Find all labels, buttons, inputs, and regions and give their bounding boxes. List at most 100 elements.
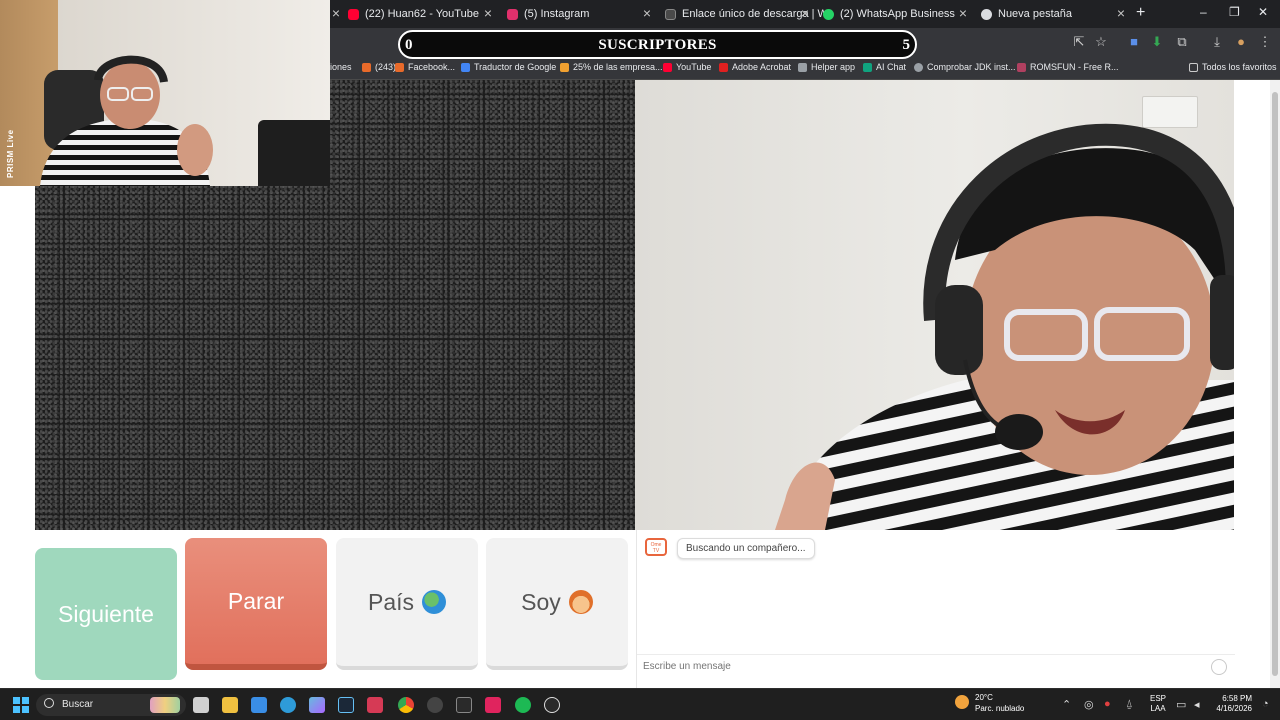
restore-button[interactable]: ❐ — [1229, 5, 1240, 19]
taskbar-search[interactable]: Buscar — [36, 694, 186, 716]
bookmark-favicon-icon — [395, 62, 404, 72]
scrollbar-thumb[interactable] — [1272, 92, 1278, 676]
obs-icon[interactable] — [427, 697, 443, 713]
bookmark-star-icon[interactable]: ☆ — [1094, 35, 1108, 49]
download-extension-icon[interactable]: ⬇ — [1150, 35, 1164, 49]
bookmark-label: Comprobar JDK inst... — [927, 62, 1016, 72]
weather-desc: Parc. nublado — [975, 704, 1025, 713]
tab-instagram[interactable]: (5) Instagram × — [507, 2, 657, 26]
tab-whatsapp[interactable]: (2) WhatsApp Business × — [823, 2, 973, 26]
google-translate-icon — [461, 62, 470, 72]
all-bookmarks-folder[interactable]: Todos los favoritos — [1189, 62, 1277, 72]
close-icon[interactable]: × — [801, 6, 809, 20]
bookmark-favicon-icon — [362, 62, 371, 72]
bookmark-label: ROMSFUN - Free R... — [1030, 62, 1119, 72]
close-window-button[interactable]: ✕ — [1258, 5, 1268, 19]
tab-partial-close[interactable]: × — [330, 2, 340, 26]
tab-title: Enlace único de descarga | We — [682, 8, 834, 20]
tray-app-red-icon[interactable]: ● — [1104, 698, 1111, 710]
profile-avatar-icon[interactable]: ● — [1234, 35, 1248, 49]
emoji-picker-icon[interactable] — [1211, 659, 1227, 675]
media-player-icon[interactable] — [544, 697, 560, 713]
tab-wetransfer[interactable]: Enlace único de descarga | We × — [665, 2, 834, 26]
new-tab-button[interactable]: + — [1136, 4, 1145, 22]
language-indicator[interactable]: ESP LAA — [1150, 694, 1166, 714]
bookmark-item[interactable]: (243) — [362, 62, 396, 72]
whatsapp-icon — [823, 8, 834, 20]
system-clock[interactable]: 6:58 PM 4/16/2026 — [1210, 694, 1252, 714]
globe-icon — [914, 62, 923, 72]
downloads-icon[interactable]: ⤓ — [1210, 35, 1224, 49]
task-view-icon[interactable] — [193, 697, 209, 713]
minimize-button[interactable]: – — [1200, 5, 1207, 19]
bookmark-label: Traductor de Google — [474, 62, 557, 72]
folder-icon — [1189, 62, 1198, 72]
bookmark-item[interactable]: AI Chat — [863, 62, 906, 72]
translate-extension-icon[interactable]: ■ — [1127, 35, 1141, 49]
page-scrollbar[interactable] — [1270, 80, 1280, 688]
streamer-webcam-overlay: PRISM Live — [0, 0, 330, 186]
bookmark-item[interactable]: iones — [330, 62, 352, 72]
country-label: País — [367, 588, 415, 615]
bookmark-item[interactable]: YouTube — [663, 62, 711, 72]
install-app-icon[interactable]: ⇱ — [1072, 35, 1086, 49]
bookmark-item[interactable]: Helper app — [798, 62, 855, 72]
menu-kebab-icon[interactable]: ⋮ — [1258, 35, 1272, 49]
network-icon[interactable]: ▭ — [1176, 698, 1186, 711]
steam-icon[interactable] — [338, 697, 354, 713]
ometv-logo-text: Ome TV — [650, 542, 662, 554]
close-icon[interactable]: × — [484, 6, 492, 20]
close-icon[interactable]: × — [332, 6, 340, 20]
bookmark-item[interactable]: Facebook... — [395, 62, 455, 72]
weather-widget[interactable]: 20°C Parc. nublado — [955, 692, 1024, 714]
bookmark-item[interactable]: Traductor de Google — [461, 62, 556, 72]
chat-panel: Ome TV Buscando un compañero... — [636, 530, 1235, 688]
app-v-icon[interactable] — [367, 697, 383, 713]
instagram-icon — [507, 8, 518, 20]
prism-live-watermark: PRISM Live — [6, 129, 15, 178]
status-message-text: Buscando un compañero... — [686, 543, 806, 554]
bookmark-favicon-icon — [560, 62, 569, 72]
tray-app-icon[interactable]: ◎ — [1084, 698, 1094, 711]
bookmark-label: 25% de las empresa... — [573, 62, 663, 72]
cam-streamer-figure — [40, 55, 213, 186]
soy-label: Soy — [521, 588, 561, 615]
tab-new[interactable]: Nueva pestaña × — [981, 2, 1131, 26]
gender-button[interactable]: Soy — [486, 538, 628, 670]
stop-label: Parar — [227, 587, 285, 614]
spotify-icon[interactable] — [515, 697, 531, 713]
edge-icon[interactable] — [280, 697, 296, 713]
prism-live-icon[interactable] — [485, 697, 501, 713]
tab-title: (5) Instagram — [524, 8, 590, 20]
language-top: ESP — [1150, 694, 1167, 703]
bookmark-item[interactable]: 25% de las empresa... — [560, 62, 663, 72]
chrome-icon[interactable] — [398, 697, 414, 713]
extensions-puzzle-icon[interactable]: ⧉ — [1175, 35, 1189, 49]
globe-icon — [422, 590, 447, 614]
microphone-icon[interactable]: ⍙ — [1126, 698, 1133, 711]
notification-bell-icon[interactable]: ◔ — [1262, 698, 1269, 710]
windows-start-icon[interactable] — [13, 697, 29, 713]
next-button[interactable]: Siguiente — [35, 548, 177, 680]
close-icon[interactable]: × — [959, 6, 967, 20]
country-filter-button[interactable]: País — [336, 538, 478, 670]
copilot-icon[interactable] — [309, 697, 325, 713]
tab-youtube[interactable]: (22) Huan62 - YouTube × — [348, 2, 498, 26]
file-explorer-icon[interactable] — [222, 697, 238, 713]
close-icon[interactable]: × — [643, 6, 651, 20]
bookmark-item[interactable]: Comprobar JDK inst... — [914, 62, 1016, 72]
subscriber-title: SUSCRIPTORES — [598, 37, 717, 53]
volume-icon[interactable]: ◂ — [1194, 698, 1200, 711]
bookmark-item[interactable]: ROMSFUN - Free R... — [1017, 62, 1119, 72]
stop-button[interactable]: Parar — [185, 538, 327, 670]
capture-app-icon[interactable] — [456, 697, 472, 713]
message-input[interactable] — [643, 661, 1183, 672]
windows-taskbar: Buscar 20°C Parc. nublado ⌃ ◎ ● ⍙ ESP LA… — [0, 688, 1280, 720]
bookmark-item[interactable]: Adobe Acrobat — [719, 62, 791, 72]
close-icon[interactable]: × — [1117, 6, 1125, 20]
ometv-logo: Ome TV — [645, 538, 667, 556]
tab-title: Nueva pestaña — [998, 8, 1072, 20]
microsoft-store-icon[interactable] — [251, 697, 267, 713]
tray-chevron-icon[interactable]: ⌃ — [1062, 698, 1071, 711]
acrobat-icon — [719, 62, 728, 72]
